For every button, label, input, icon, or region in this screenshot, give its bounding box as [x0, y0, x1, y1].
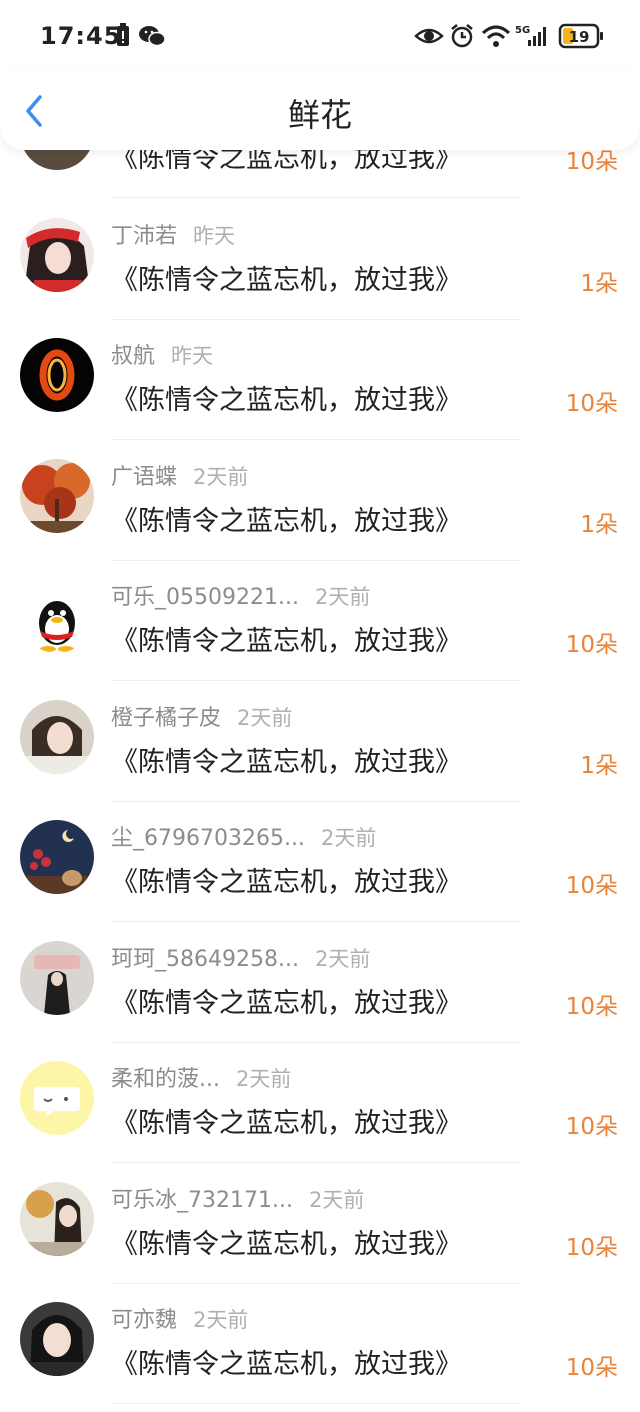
sent-time: 2天前: [193, 465, 249, 489]
sender-name: 可乐冰_732171...: [111, 1188, 293, 1213]
sender-meta: 可乐冰_732171... 2天前: [111, 1182, 364, 1214]
eye-icon: [414, 28, 444, 44]
list-item[interactable]: 叔航 昨天 《陈情令之蓝忘机，放过我》 10朵: [0, 320, 640, 440]
nav-header: 鲜花: [0, 70, 640, 150]
sent-time: 2天前: [235, 1067, 292, 1091]
list-item[interactable]: 广语蝶 2天前 《陈情令之蓝忘机，放过我》 1朵: [0, 441, 640, 561]
divider: [111, 1403, 520, 1404]
sent-time: 2天前: [314, 947, 371, 971]
battery-icon: 19: [558, 23, 603, 49]
sender-name: 尘_6796703265...: [111, 826, 305, 851]
avatar[interactable]: [20, 941, 94, 1015]
flower-count: 1朵: [580, 512, 618, 538]
sender-name: 广语蝶: [111, 465, 178, 490]
list-item[interactable]: 可乐_05509221... 2天前 《陈情令之蓝忘机，放过我》 10朵: [0, 561, 640, 681]
book-title: 《陈情令之蓝忘机，放过我》: [111, 1108, 462, 1139]
sender-name: 柔和的菠...: [111, 1067, 220, 1092]
sender-name: 珂珂_58649258...: [111, 947, 299, 972]
sender-meta: 可亦魏 2天前: [111, 1302, 248, 1334]
avatar[interactable]: [20, 1061, 94, 1135]
book-title: 《陈情令之蓝忘机，放过我》: [111, 747, 462, 778]
list-item[interactable]: 可亦魏 2天前 《陈情令之蓝忘机，放过我》 10朵: [0, 1284, 640, 1404]
book-title: 《陈情令之蓝忘机，放过我》: [111, 265, 462, 296]
book-title: 《陈情令之蓝忘机，放过我》: [111, 988, 462, 1019]
sender-name: 可亦魏: [111, 1308, 178, 1333]
avatar[interactable]: [20, 1302, 94, 1376]
sender-meta: 尘_6796703265... 2天前: [111, 820, 376, 852]
status-time: 17:45: [40, 22, 122, 50]
divider: [111, 680, 520, 681]
wifi-icon: [481, 25, 511, 47]
sender-meta: 叔航 昨天: [111, 338, 213, 370]
avatar[interactable]: [20, 820, 94, 894]
book-title: 《陈情令之蓝忘机，放过我》: [111, 506, 462, 537]
flower-count: 10朵: [565, 994, 618, 1020]
sender-name: 橙子橘子皮: [111, 706, 222, 731]
sent-time: 昨天: [171, 344, 214, 368]
list-item[interactable]: 珂珂_58649258... 2天前 《陈情令之蓝忘机，放过我》 10朵: [0, 923, 640, 1043]
sender-meta: 柔和的菠... 2天前: [111, 1061, 291, 1093]
flower-count: 1朵: [580, 753, 618, 779]
avatar[interactable]: [20, 338, 94, 412]
divider: [111, 1162, 520, 1163]
avatar[interactable]: [20, 218, 94, 292]
sender-meta: 可乐_05509221... 2天前: [111, 579, 370, 611]
status-bar: 17:45 5G 19: [0, 0, 640, 70]
flower-count: 10朵: [565, 632, 618, 658]
network-label: 5G: [515, 25, 530, 36]
battery-level: 19: [569, 28, 590, 46]
flower-count: 10朵: [565, 1355, 618, 1381]
sent-time: 2天前: [320, 826, 377, 850]
sent-time: 昨天: [193, 224, 236, 248]
flower-count: 10朵: [565, 1114, 618, 1140]
flower-count: 10朵: [565, 873, 618, 899]
alarm-icon: [451, 24, 473, 48]
avatar[interactable]: [20, 579, 94, 653]
sender-meta: 广语蝶 2天前: [111, 459, 248, 491]
page-title: 鲜花: [287, 96, 352, 134]
list-item[interactable]: 橙子橘子皮 2天前 《陈情令之蓝忘机，放过我》 1朵: [0, 682, 640, 802]
list-item[interactable]: 可乐冰_732171... 2天前 《陈情令之蓝忘机，放过我》 10朵: [0, 1164, 640, 1284]
avatar[interactable]: [20, 1182, 94, 1256]
divider: [111, 439, 520, 440]
avatar[interactable]: [20, 459, 94, 533]
sender-meta: 丁沛若 昨天: [111, 218, 235, 250]
book-title: 《陈情令之蓝忘机，放过我》: [111, 867, 462, 898]
avatar[interactable]: [20, 700, 94, 774]
flower-count: 1朵: [580, 271, 618, 297]
sender-name: 可乐_05509221...: [111, 585, 299, 610]
sent-time: 2天前: [314, 585, 371, 609]
signal-icon: 5G: [515, 25, 546, 46]
list-item[interactable]: 尘_6796703265... 2天前 《陈情令之蓝忘机，放过我》 10朵: [0, 802, 640, 922]
book-title: 《陈情令之蓝忘机，放过我》: [111, 385, 462, 416]
sender-meta: 橙子橘子皮 2天前: [111, 700, 292, 732]
sender-name: 叔航: [111, 344, 156, 369]
sent-time: 2天前: [193, 1308, 249, 1332]
sender-name: 丁沛若: [111, 224, 178, 249]
sent-time: 2天前: [237, 706, 293, 730]
divider: [111, 197, 520, 198]
divider: [111, 921, 520, 922]
flower-count: 10朵: [565, 1235, 618, 1261]
sent-time: 2天前: [308, 1188, 365, 1212]
book-title: 《陈情令之蓝忘机，放过我》: [111, 626, 462, 657]
list-item[interactable]: 丁沛若 昨天 《陈情令之蓝忘机，放过我》 1朵: [0, 200, 640, 320]
wechat-icon: [139, 26, 166, 47]
list-item[interactable]: 柔和的菠... 2天前 《陈情令之蓝忘机，放过我》 10朵: [0, 1043, 640, 1163]
book-title: 《陈情令之蓝忘机，放过我》: [111, 1349, 462, 1380]
book-title: 《陈情令之蓝忘机，放过我》: [111, 1229, 462, 1260]
sender-meta: 珂珂_58649258... 2天前: [111, 941, 370, 973]
sim-icon: [117, 23, 129, 46]
flower-count: 10朵: [565, 391, 618, 417]
